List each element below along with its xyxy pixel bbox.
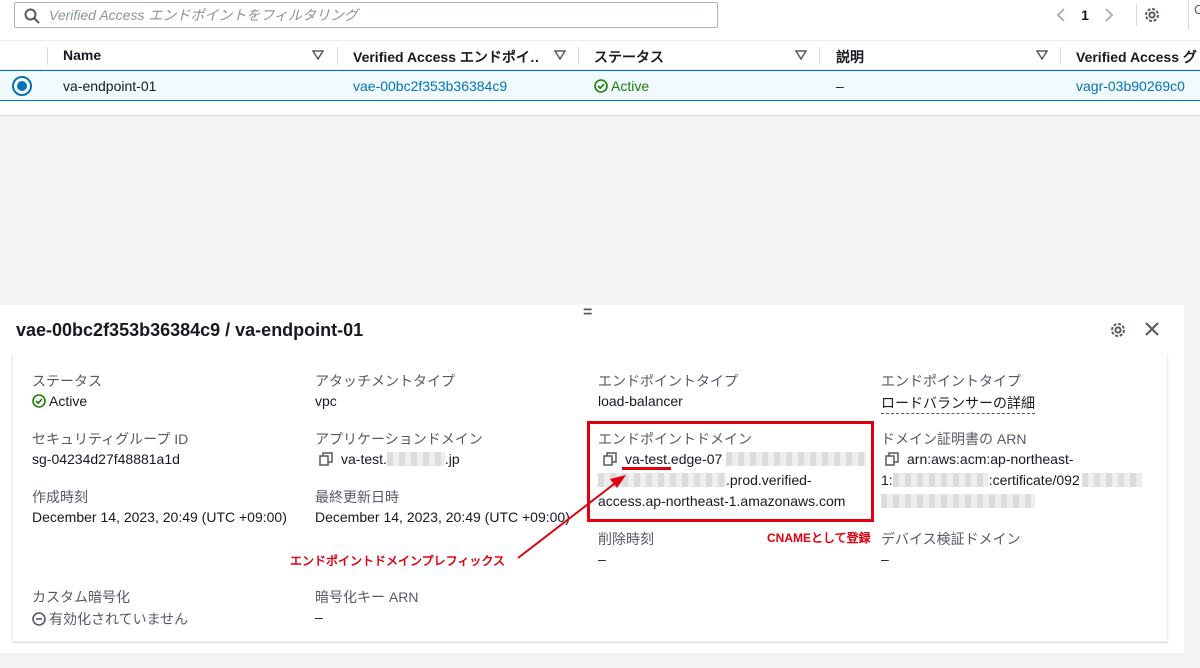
app-domain-label: アプリケーションドメイン [315, 431, 483, 447]
copy-icon[interactable] [319, 452, 333, 466]
created-value: December 14, 2023, 20:49 (UTC +09:00) [32, 509, 287, 525]
cell-status: Active [594, 78, 649, 94]
cell-group-link[interactable]: vagr-03b90269c0 [1076, 78, 1200, 94]
app-domain-value: va-test. .jp [319, 451, 460, 467]
deleted-value: – [598, 551, 606, 567]
attachment-type-value: vpc [315, 393, 337, 409]
panel-settings-gear-icon[interactable] [1109, 321, 1127, 339]
app-domain-suffix: .jp [444, 451, 460, 467]
status-text: Active [611, 78, 650, 94]
sort-caret-icon[interactable] [312, 49, 324, 61]
kms-key-value: – [315, 609, 323, 625]
split-panel-resize-handle[interactable]: = [583, 305, 592, 321]
column-divider [819, 47, 820, 65]
panel-title: vae-00bc2f353b36384c9 / va-endpoint-01 [16, 320, 364, 340]
cert-arn-line3 [881, 493, 1035, 509]
prefix-underline [622, 467, 671, 470]
column-divider [47, 47, 48, 65]
sort-caret-icon[interactable] [1036, 49, 1048, 61]
column-header-group[interactable]: Verified Access グ [1076, 47, 1200, 67]
cell-description: – [836, 78, 844, 94]
device-domain-value: – [881, 551, 889, 567]
edge-divider [1188, 0, 1189, 30]
status-ok-icon [594, 79, 608, 93]
column-divider [337, 47, 338, 65]
cert-arn-part-b: :certificate/092 [988, 472, 1080, 488]
updated-value: December 14, 2023, 20:49 (UTC +09:00) [315, 509, 570, 525]
status-value: Active [32, 393, 87, 409]
app-domain-prefix: va-test. [341, 451, 387, 467]
redacted-block [1081, 473, 1142, 487]
column-header-status[interactable]: ステータス [594, 47, 774, 67]
cname-annotation: CNAMEとして登録 [767, 531, 871, 545]
redacted-block [892, 473, 989, 487]
cert-arn-prefix: arn:aws:acm:ap-northeast- [907, 451, 1074, 467]
status-value-text: Active [49, 393, 88, 409]
redacted-block [386, 452, 445, 466]
cert-arn-line2: 1: :certificate/092 [881, 472, 1142, 488]
sort-caret-icon[interactable] [554, 49, 566, 61]
row-select-radio[interactable] [12, 76, 32, 96]
prev-page-button[interactable] [1052, 4, 1070, 26]
lb-details-link[interactable]: ロードバランサーの詳細 [881, 393, 1035, 414]
column-divider [578, 47, 579, 65]
security-group-label: セキュリティグループ ID [32, 431, 189, 447]
highlight-box [587, 421, 874, 522]
copy-icon[interactable] [885, 452, 899, 466]
deleted-label: 削除時刻 [598, 531, 654, 547]
cell-endpoint-id-link[interactable]: vae-00bc2f353b36384c9 [353, 78, 507, 94]
custom-encryption-text: 有効化されていません [49, 611, 189, 627]
cert-arn-label: ドメイン証明書の ARN [881, 431, 1027, 447]
cert-arn-line1: arn:aws:acm:ap-northeast- [885, 451, 1074, 467]
edge-text: C [1194, 2, 1200, 17]
custom-encryption-label: カスタム暗号化 [32, 589, 130, 605]
attachment-type-label: アタッチメントタイプ [315, 373, 455, 389]
column-divider [1060, 47, 1061, 65]
endpoint-type2-label: エンドポイントタイプ [881, 373, 1021, 389]
security-group-link[interactable]: sg-04234d27f48881a1d [32, 451, 180, 467]
settings-gear-icon[interactable] [1143, 6, 1161, 24]
custom-encryption-value: 有効化されていません [32, 609, 188, 629]
chevron-left-icon [1056, 8, 1065, 22]
disabled-minus-icon [32, 612, 46, 626]
search-icon [24, 8, 40, 24]
cell-name: va-endpoint-01 [63, 78, 157, 94]
updated-label: 最終更新日時 [315, 489, 399, 505]
page-number[interactable]: 1 [1070, 7, 1100, 23]
cert-arn-part-a: 1: [881, 472, 893, 488]
kms-key-label: 暗号化キー ARN [315, 589, 419, 605]
status-label: ステータス [32, 373, 102, 389]
table-header: Name Verified Access エンドポイ… ステータス 説明 Ver… [0, 40, 1200, 70]
pagination: 1 [1052, 4, 1137, 26]
sort-caret-icon[interactable] [795, 49, 807, 61]
bottom-strip [0, 653, 1200, 668]
prefix-annotation: エンドポイントドメインプレフィックス [290, 554, 506, 568]
chevron-right-icon [1105, 8, 1114, 22]
status-ok-icon [32, 394, 46, 408]
filter-box[interactable] [14, 2, 718, 28]
close-icon[interactable] [1143, 320, 1161, 338]
created-label: 作成時刻 [32, 489, 88, 505]
endpoint-type-label: エンドポイントタイプ [598, 373, 738, 389]
next-page-button[interactable] [1100, 4, 1118, 26]
redacted-block [881, 494, 1035, 508]
column-header-endpoint-id[interactable]: Verified Access エンドポイ… [353, 47, 538, 67]
device-domain-label: デバイス検証ドメイン [881, 531, 1021, 547]
column-header-description[interactable]: 説明 [836, 47, 1016, 67]
column-header-name[interactable]: Name [63, 47, 293, 63]
table-row[interactable]: va-endpoint-01 vae-00bc2f353b36384c9 Act… [0, 70, 1200, 101]
filter-input[interactable] [49, 5, 709, 25]
endpoint-type-value: load-balancer [598, 393, 683, 409]
pager-divider [1136, 4, 1137, 26]
resource-table-container: 1 C Name Verified Access エンドポイ… ステータス 説明… [0, 0, 1200, 115]
empty-area [0, 115, 1200, 305]
